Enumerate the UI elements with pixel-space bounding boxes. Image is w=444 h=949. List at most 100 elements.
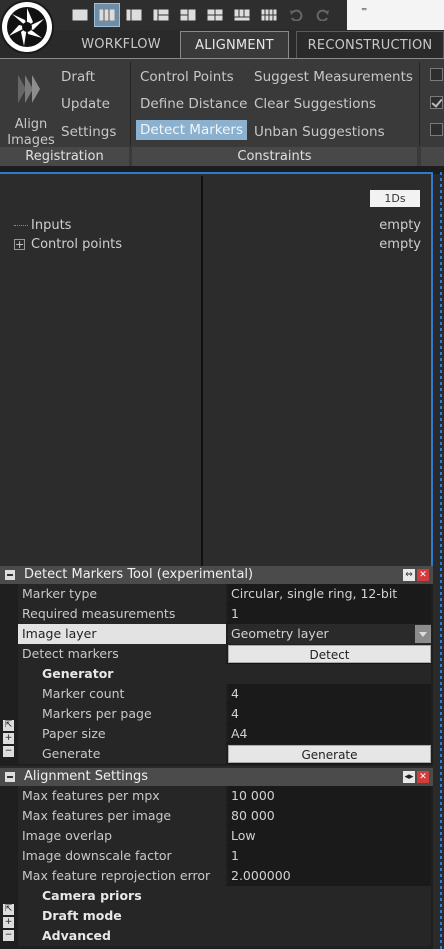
option-checkbox[interactable] — [430, 96, 443, 109]
property-group-generator[interactable]: − Generator — [18, 664, 431, 684]
property-row-marker-type[interactable]: Marker type Circular, single ring, 12-bi… — [18, 584, 431, 604]
panel-title-text: Detect Markers Tool (experimental) — [24, 567, 254, 582]
close-icon[interactable]: ✕ — [417, 771, 429, 783]
property-value[interactable]: 4 — [228, 704, 431, 724]
property-key: Max features per image — [18, 806, 226, 826]
property-row-paper-size[interactable]: Paper size A4 — [18, 724, 431, 744]
collapse-all-icon[interactable]: − — [3, 930, 14, 941]
update-button[interactable]: Update — [61, 96, 110, 112]
tree-item-control-points[interactable]: + Control points — [14, 235, 122, 254]
property-group-advanced[interactable]: + Advanced — [18, 926, 431, 946]
control-points-button[interactable]: Control Points — [140, 69, 234, 85]
expand-icon[interactable]: + — [14, 239, 25, 250]
select-value: Geometry layer — [231, 626, 329, 641]
close-icon[interactable]: ✕ — [417, 569, 429, 581]
ribbon: Align Images Draft Update Settings Regis… — [0, 58, 444, 167]
layout-6-icon[interactable] — [203, 4, 227, 26]
alignment-settings-panel: Alignment Settings ◂▸ ✕ Max features per… — [0, 768, 433, 949]
property-value[interactable]: 4 — [228, 684, 431, 704]
collapse-icon[interactable] — [5, 772, 15, 782]
property-row-detect-markers: Detect markers Detect — [18, 644, 431, 664]
tree-values: empty empty — [379, 216, 421, 254]
layout-3-icon[interactable] — [122, 4, 146, 26]
registration-group: Align Images Draft Update Settings Regis… — [0, 59, 129, 167]
dock-icon[interactable]: ⇔ — [403, 569, 415, 581]
property-value[interactable]: 1 — [228, 846, 431, 866]
unban-suggestions-button[interactable]: Unban Suggestions — [254, 124, 385, 140]
property-value[interactable]: 10 000 — [228, 786, 431, 806]
property-key: Detect markers — [18, 644, 226, 664]
layout-5-icon[interactable] — [176, 4, 200, 26]
ribbon-group-label — [421, 147, 444, 167]
option-checkbox[interactable] — [430, 68, 443, 81]
tab-reconstruction[interactable]: RECONSTRUCTION — [296, 31, 444, 58]
property-row[interactable]: Max feature reprojection error 2.000000 — [18, 866, 431, 886]
property-group-draft-mode[interactable]: + Draft mode — [18, 906, 431, 926]
generate-button[interactable]: Generate — [228, 745, 431, 763]
clear-suggestions-button[interactable]: Clear Suggestions — [254, 96, 376, 112]
draft-button[interactable]: Draft — [61, 69, 95, 85]
registration-group-label: Registration — [0, 147, 129, 167]
undo-icon[interactable] — [284, 4, 308, 26]
property-row-required-measurements[interactable]: Required measurements 1 — [18, 604, 431, 624]
tab-workflow[interactable]: WORKFLOW — [74, 31, 168, 58]
pane-splitter[interactable] — [201, 176, 203, 568]
property-value[interactable]: 2.000000 — [228, 866, 431, 886]
dock-icon[interactable]: ◂▸ — [403, 771, 415, 783]
property-key: Paper size — [18, 724, 226, 744]
property-row-marker-count[interactable]: Marker count 4 — [18, 684, 431, 704]
property-value[interactable]: 80 000 — [228, 806, 431, 826]
property-row[interactable]: Image downscale factor 1 — [18, 846, 431, 866]
align-images-label: Align Images — [7, 117, 55, 148]
collapse-icon[interactable] — [5, 570, 15, 580]
redo-icon[interactable] — [311, 4, 335, 26]
define-distance-button[interactable]: Define Distance — [140, 96, 247, 112]
property-row-image-layer[interactable]: Image layer Geometry layer — [18, 624, 431, 644]
tree-item-inputs[interactable]: Inputs — [14, 216, 122, 235]
layout-8-icon[interactable] — [257, 4, 281, 26]
property-row[interactable]: Image overlap Low — [18, 826, 431, 846]
property-value[interactable]: Circular, single ring, 12-bit — [228, 584, 431, 604]
layout-7-icon[interactable] — [230, 4, 254, 26]
property-key: Required measurements — [18, 604, 226, 624]
restore-icon[interactable]: ⇱ — [3, 720, 14, 731]
layout-2-icon[interactable] — [94, 3, 120, 27]
app-logo[interactable] — [2, 2, 52, 52]
chevron-down-icon[interactable] — [415, 625, 431, 643]
property-key: Max feature reprojection error — [18, 866, 226, 886]
layout-1-icon[interactable] — [68, 4, 92, 26]
detect-markers-panel: Detect Markers Tool (experimental) ⇔ ✕ M… — [0, 566, 433, 766]
group-label: Camera priors — [18, 886, 431, 906]
property-key: Image downscale factor — [18, 846, 226, 866]
property-value[interactable]: A4 — [228, 724, 431, 744]
settings-button[interactable]: Settings — [61, 124, 116, 140]
collapse-all-icon[interactable]: − — [3, 746, 14, 757]
property-group-camera-priors[interactable]: + Camera priors — [18, 886, 431, 906]
option-checkbox[interactable] — [430, 123, 443, 136]
suggest-measurements-button[interactable]: Suggest Measurements — [254, 69, 413, 85]
constraints-group-label: Constraints — [132, 147, 417, 167]
image-layer-select[interactable]: Geometry layer — [228, 624, 431, 644]
tab-alignment[interactable]: ALIGNMENT — [180, 31, 289, 58]
detect-markers-button[interactable]: Detect Markers — [136, 120, 248, 140]
align-images-button[interactable]: Align Images — [7, 69, 58, 148]
property-value[interactable]: Low — [228, 826, 431, 846]
constraints-group: Control Points Define Distance Detect Ma… — [132, 59, 417, 167]
title-bar: ⁼ — [0, 0, 444, 30]
alignment-settings-panel-title: Alignment Settings ◂▸ ✕ — [0, 768, 433, 786]
property-row-markers-per-page[interactable]: Markers per page 4 — [18, 704, 431, 724]
customize-dropdown-icon[interactable]: ⁼ — [361, 4, 367, 18]
property-key: Image layer — [18, 624, 226, 644]
tree-item-label: Control points — [31, 237, 123, 252]
view-mode-badge[interactable]: 1Ds — [370, 190, 420, 207]
expand-all-icon[interactable]: + — [3, 917, 14, 928]
detect-button[interactable]: Detect — [228, 645, 431, 663]
property-key: Marker count — [18, 684, 226, 704]
expand-all-icon[interactable]: + — [3, 733, 14, 744]
property-row[interactable]: Max features per image 80 000 — [18, 806, 431, 826]
layout-4-icon[interactable] — [149, 4, 173, 26]
restore-icon[interactable]: ⇱ — [3, 904, 14, 915]
property-row[interactable]: Max features per mpx 10 000 — [18, 786, 431, 806]
property-value[interactable]: 1 — [228, 604, 431, 624]
quick-access-menu[interactable]: ⁼ — [347, 0, 444, 30]
